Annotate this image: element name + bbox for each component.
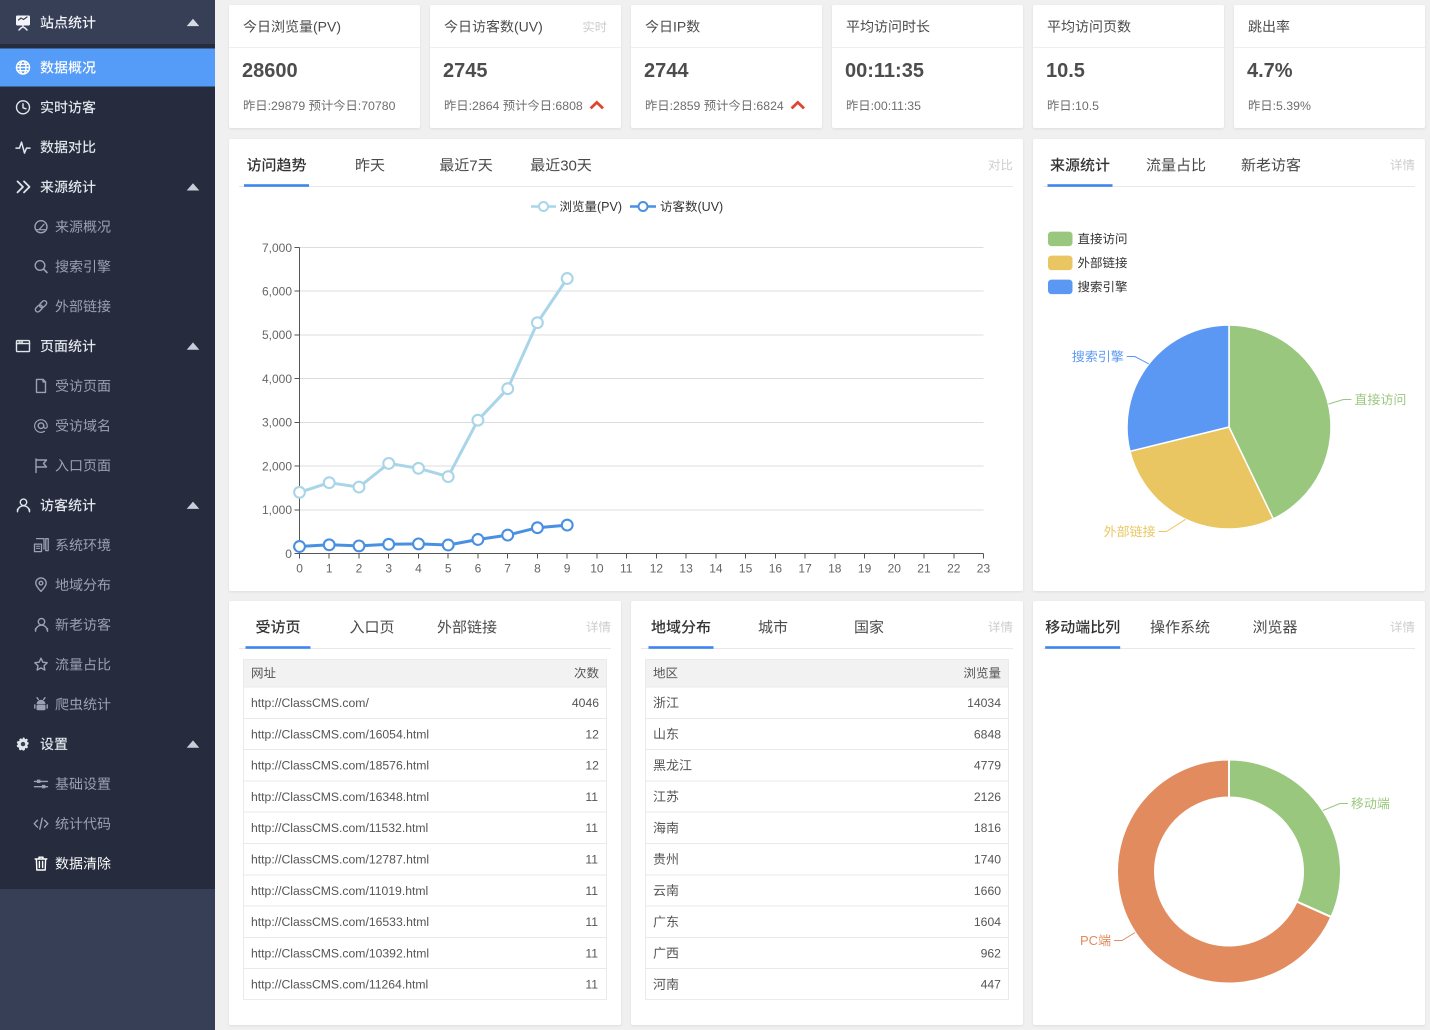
- svg-text:0: 0: [296, 561, 303, 575]
- svg-text:4.7%: 4.7%: [1247, 60, 1293, 82]
- svg-text:2: 2: [356, 561, 363, 575]
- svg-text::2859: :2859: [670, 99, 701, 113]
- svg-text:http://ClassCMS.com/16054.html: http://ClassCMS.com/16054.html: [251, 727, 429, 741]
- svg-text:2745: 2745: [443, 60, 488, 82]
- svg-text:12: 12: [585, 759, 599, 773]
- svg-text:7: 7: [469, 157, 477, 174]
- svg-text:8: 8: [534, 561, 541, 575]
- svg-text::00:11:35: :00:11:35: [871, 99, 922, 113]
- svg-text:23: 23: [977, 561, 991, 575]
- svg-text:4: 4: [415, 561, 422, 575]
- svg-text:3: 3: [385, 561, 392, 575]
- svg-text:16: 16: [769, 561, 783, 575]
- svg-text:18: 18: [828, 561, 842, 575]
- svg-text:http://ClassCMS.com/: http://ClassCMS.com/: [251, 696, 369, 710]
- svg-text:2,000: 2,000: [262, 459, 292, 473]
- svg-text:12: 12: [650, 561, 664, 575]
- svg-text:17: 17: [798, 561, 812, 575]
- svg-text:7: 7: [504, 561, 511, 575]
- svg-text::2864: :2864: [469, 99, 500, 113]
- svg-text:http://ClassCMS.com/16533.html: http://ClassCMS.com/16533.html: [251, 915, 429, 929]
- svg-text:http://ClassCMS.com/10392.html: http://ClassCMS.com/10392.html: [251, 946, 429, 960]
- svg-text:13: 13: [679, 561, 693, 575]
- svg-text:30: 30: [560, 157, 577, 174]
- svg-text:22: 22: [947, 561, 961, 575]
- svg-text:http://ClassCMS.com/12787.html: http://ClassCMS.com/12787.html: [251, 853, 429, 867]
- svg-text:11: 11: [585, 790, 598, 804]
- svg-text:11: 11: [585, 978, 598, 992]
- svg-text::29879: :29879: [268, 99, 306, 113]
- svg-text:0: 0: [285, 547, 292, 561]
- svg-text:4046: 4046: [572, 696, 599, 710]
- svg-text:1816: 1816: [974, 821, 1001, 835]
- svg-text:11: 11: [585, 853, 598, 867]
- svg-text:IP: IP: [673, 19, 686, 35]
- svg-text:6,000: 6,000: [262, 285, 292, 299]
- svg-text:(UV): (UV): [514, 19, 543, 35]
- svg-text:21: 21: [917, 561, 931, 575]
- svg-text:962: 962: [981, 946, 1002, 960]
- svg-text:11: 11: [585, 821, 598, 835]
- svg-text:11: 11: [585, 946, 598, 960]
- svg-text:1740: 1740: [974, 853, 1001, 867]
- svg-text:2126: 2126: [974, 790, 1001, 804]
- svg-text:4,000: 4,000: [262, 372, 292, 386]
- svg-text:2744: 2744: [644, 60, 689, 82]
- svg-text:6: 6: [475, 561, 482, 575]
- svg-text:12: 12: [585, 727, 599, 741]
- svg-text::10.5: :10.5: [1072, 99, 1100, 113]
- svg-text:5,000: 5,000: [262, 328, 292, 342]
- svg-text:(PV): (PV): [313, 19, 341, 35]
- svg-text:11: 11: [585, 884, 598, 898]
- svg-text::70780: :70780: [358, 99, 396, 113]
- svg-text:9: 9: [564, 561, 571, 575]
- svg-text:(UV): (UV): [698, 200, 724, 214]
- svg-text:00:11:35: 00:11:35: [845, 60, 924, 82]
- svg-text:http://ClassCMS.com/11264.html: http://ClassCMS.com/11264.html: [251, 978, 428, 992]
- svg-text:10: 10: [590, 561, 604, 575]
- svg-text:28600: 28600: [242, 60, 298, 82]
- svg-text:http://ClassCMS.com/18576.html: http://ClassCMS.com/18576.html: [251, 759, 429, 773]
- svg-text:3,000: 3,000: [262, 416, 292, 430]
- svg-text:5: 5: [445, 561, 452, 575]
- svg-text:11: 11: [620, 561, 633, 575]
- svg-text:1,000: 1,000: [262, 503, 292, 517]
- svg-text:http://ClassCMS.com/11532.html: http://ClassCMS.com/11532.html: [251, 821, 428, 835]
- svg-text:11: 11: [585, 915, 598, 929]
- svg-text:14034: 14034: [967, 696, 1001, 710]
- svg-text:19: 19: [858, 561, 872, 575]
- svg-text:1604: 1604: [974, 915, 1001, 929]
- svg-text:447: 447: [981, 978, 1002, 992]
- svg-text:(PV): (PV): [597, 200, 622, 214]
- svg-text::6808: :6808: [552, 99, 583, 113]
- svg-text:1660: 1660: [974, 884, 1001, 898]
- svg-text:1: 1: [326, 561, 333, 575]
- svg-text:6848: 6848: [974, 727, 1001, 741]
- svg-text:10.5: 10.5: [1046, 60, 1085, 82]
- svg-text:PC: PC: [1080, 933, 1098, 948]
- svg-text:14: 14: [709, 561, 723, 575]
- svg-text:15: 15: [739, 561, 753, 575]
- svg-text:7,000: 7,000: [262, 241, 292, 255]
- svg-text::6824: :6824: [753, 99, 784, 113]
- svg-text:http://ClassCMS.com/16348.html: http://ClassCMS.com/16348.html: [251, 790, 429, 804]
- svg-text:http://ClassCMS.com/11019.html: http://ClassCMS.com/11019.html: [251, 884, 428, 898]
- svg-text::5.39%: :5.39%: [1273, 99, 1311, 113]
- svg-text:4779: 4779: [974, 759, 1001, 773]
- svg-text:20: 20: [888, 561, 902, 575]
